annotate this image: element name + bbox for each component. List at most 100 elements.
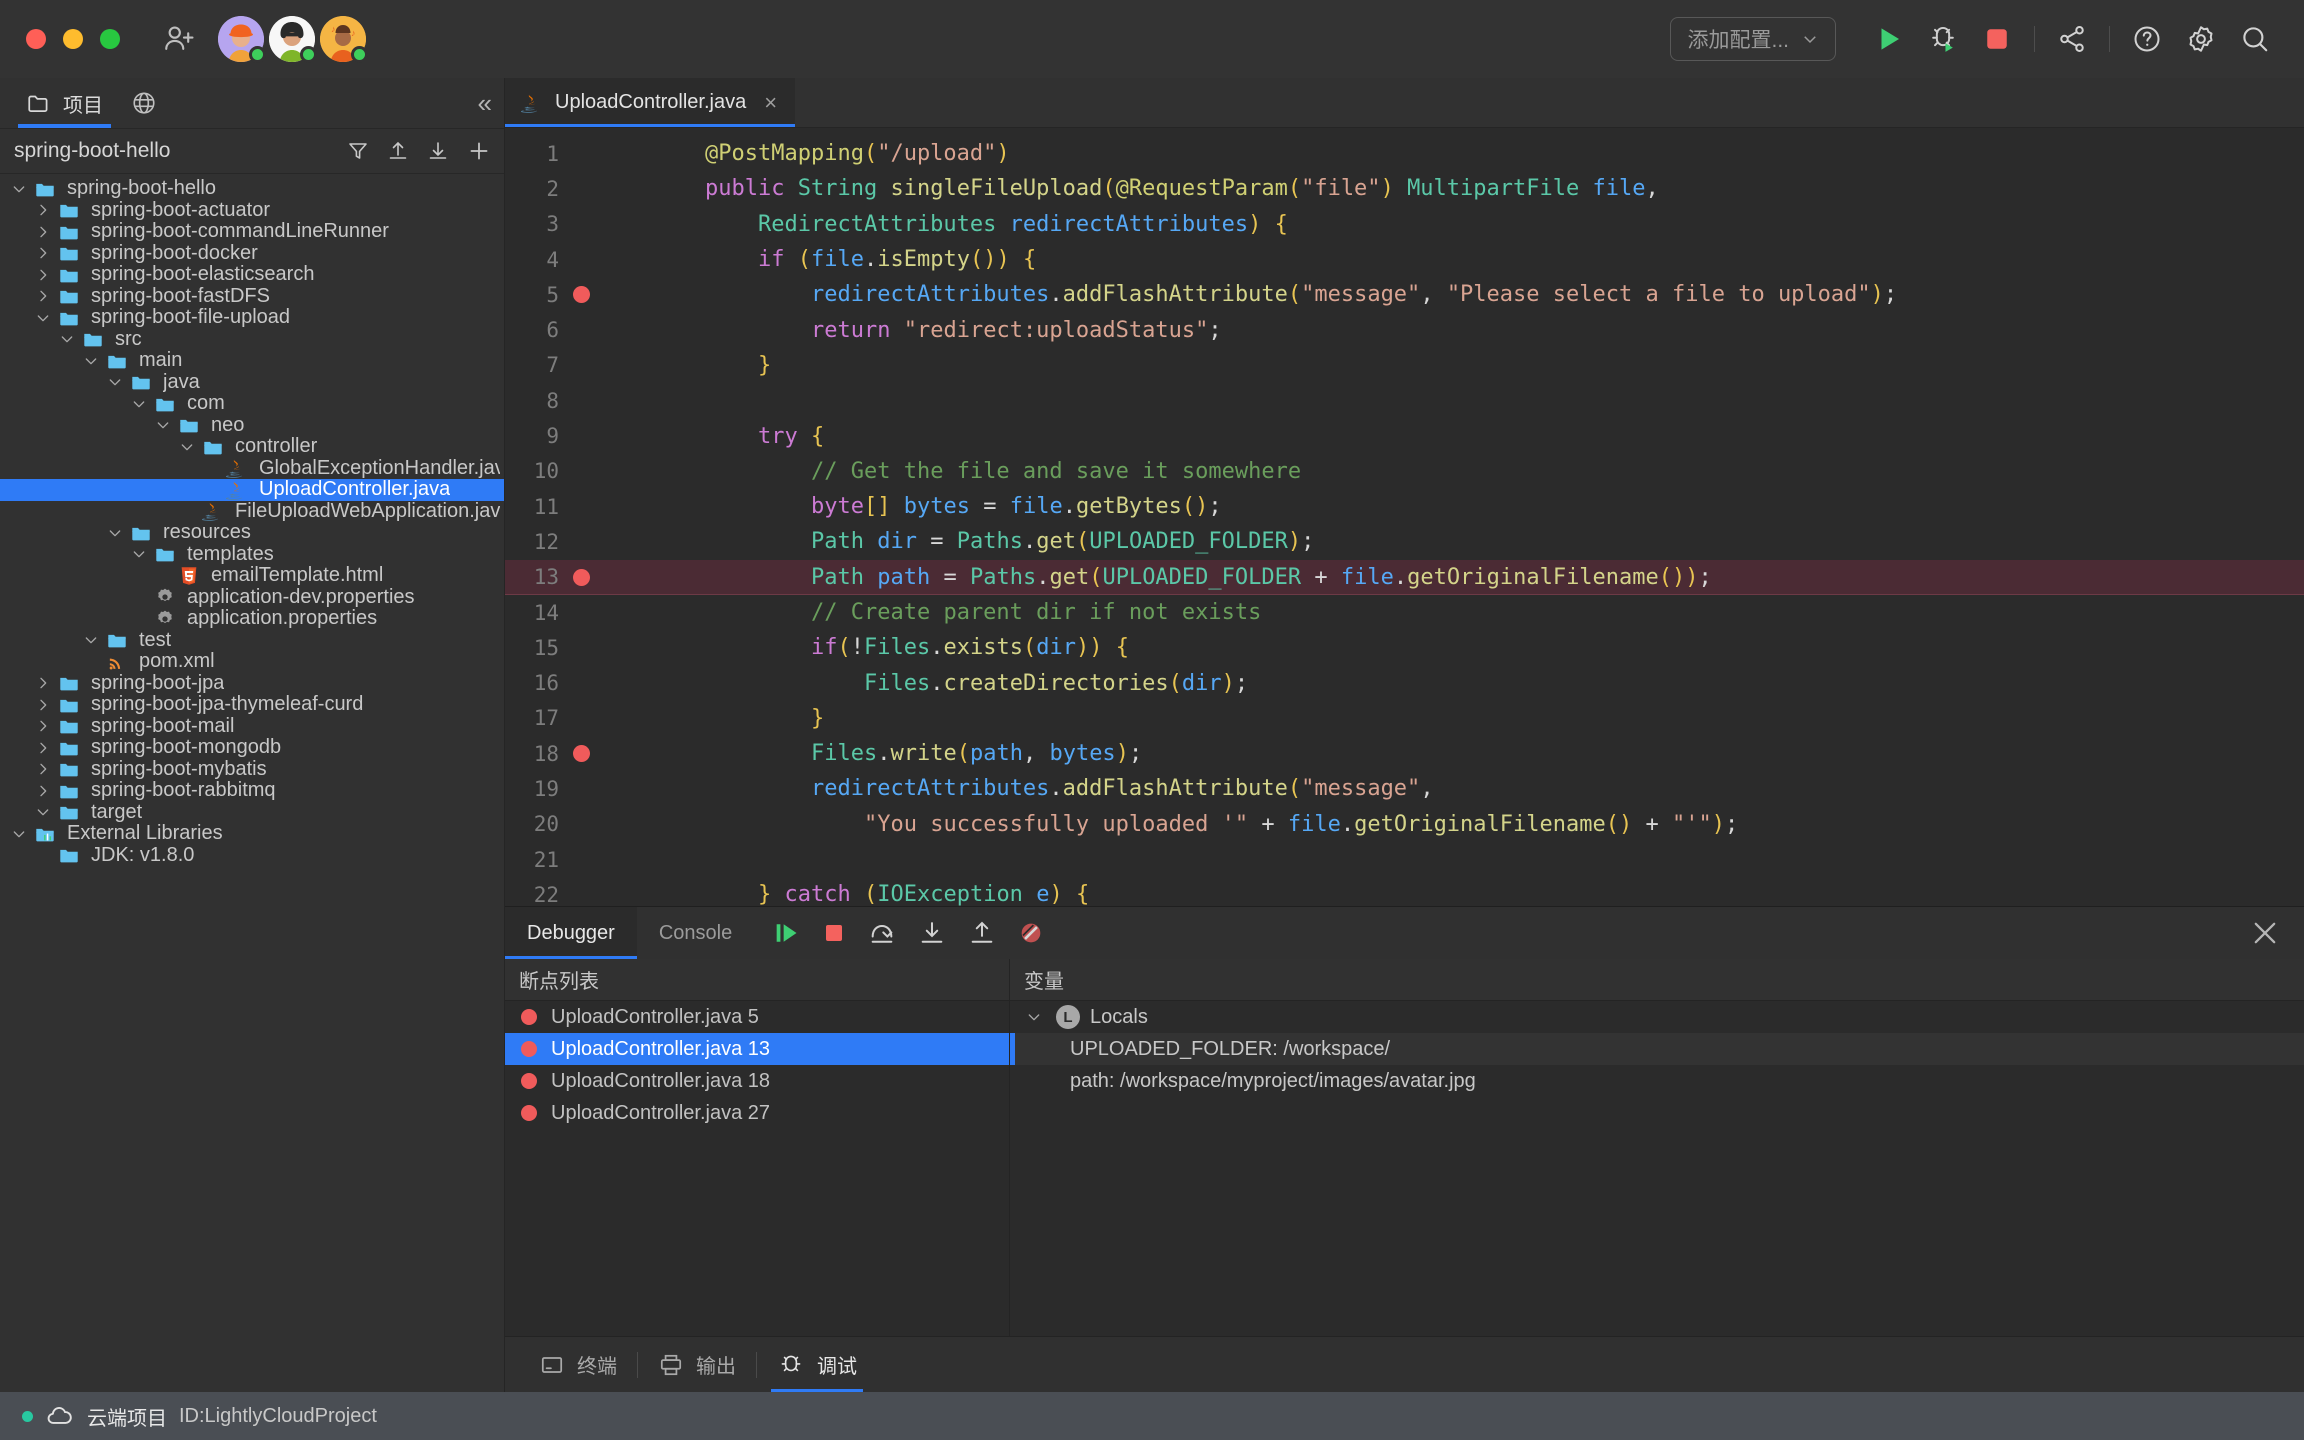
tree-item[interactable]: spring-boot-mail	[0, 715, 504, 738]
tree-item[interactable]: spring-boot-rabbitmq	[0, 779, 504, 802]
chevron-down-icon[interactable]	[102, 374, 128, 390]
tree-item[interactable]: spring-boot-mongodb	[0, 736, 504, 759]
chevron-down-icon[interactable]	[6, 826, 32, 842]
chevron-down-icon[interactable]	[78, 632, 104, 648]
tree-item[interactable]: java	[0, 371, 504, 394]
code-line[interactable]: 6 return "redirect:uploadStatus";	[505, 312, 2304, 347]
step-into-icon[interactable]	[918, 919, 946, 947]
breakpoint-marker[interactable]	[563, 745, 599, 763]
tab-debugger[interactable]: Debugger	[505, 907, 637, 959]
tree-item[interactable]: spring-boot-file-upload	[0, 306, 504, 329]
help-icon[interactable]	[2120, 12, 2174, 66]
tree-item[interactable]: resources	[0, 521, 504, 544]
tree-item[interactable]: templates	[0, 543, 504, 566]
chevron-down-icon[interactable]	[1026, 1009, 1042, 1025]
tree-item[interactable]: test	[0, 629, 504, 652]
breakpoint-marker[interactable]	[563, 568, 599, 586]
tree-item[interactable]: spring-boot-hello	[0, 177, 504, 200]
download-icon[interactable]	[426, 139, 450, 163]
chevron-right-icon[interactable]	[30, 202, 56, 218]
chevron-down-icon[interactable]	[30, 804, 56, 820]
share-icon[interactable]	[2045, 12, 2099, 66]
code-line[interactable]: 1 @PostMapping("/upload")	[505, 136, 2304, 171]
chevron-down-icon[interactable]	[6, 181, 32, 197]
tool-tab-output[interactable]: 输出	[638, 1337, 756, 1392]
breakpoints-list[interactable]: UploadController.java 5 UploadController.…	[505, 1001, 1009, 1129]
upload-icon[interactable]	[386, 139, 410, 163]
debug-button[interactable]	[1916, 12, 1970, 66]
add-user-icon[interactable]	[162, 22, 196, 56]
chevron-right-icon[interactable]	[30, 718, 56, 734]
avatar[interactable]: ♪ ♪	[320, 16, 368, 63]
avatar[interactable]	[269, 16, 317, 63]
mute-breakpoints-icon[interactable]	[1018, 920, 1044, 946]
sidebar-tab-remote[interactable]	[119, 78, 169, 128]
tree-item[interactable]: FileUploadWebApplication.java	[0, 500, 504, 523]
tree-item[interactable]: src	[0, 328, 504, 351]
variables-list[interactable]: L Locals UPLOADED_FOLDER: /workspace/path:…	[1010, 1001, 2304, 1097]
code-line[interactable]: 14 // Create parent dir if not exists	[505, 595, 2304, 630]
code-line[interactable]: 4 if (file.isEmpty()) {	[505, 242, 2304, 277]
step-over-icon[interactable]	[868, 919, 896, 947]
code-line[interactable]: 11 byte[] bytes = file.getBytes();	[505, 489, 2304, 524]
tree-item[interactable]: main	[0, 349, 504, 372]
tree-item[interactable]: External Libraries	[0, 822, 504, 845]
collapse-sidebar-button[interactable]: «	[478, 88, 493, 119]
minimize-window-button[interactable]	[63, 29, 83, 49]
stop-icon[interactable]	[822, 921, 846, 945]
close-icon[interactable]: ×	[764, 90, 777, 116]
chevron-right-icon[interactable]	[30, 675, 56, 691]
code-editor[interactable]: 1 @PostMapping("/upload") 2 public String…	[505, 128, 2304, 906]
tree-item[interactable]: spring-boot-jpa	[0, 672, 504, 695]
maximize-window-button[interactable]	[100, 29, 120, 49]
close-window-button[interactable]	[26, 29, 46, 49]
tree-item[interactable]: spring-boot-elasticsearch	[0, 263, 504, 286]
chevron-right-icon[interactable]	[30, 224, 56, 240]
code-line[interactable]: 20 "You successfully uploaded '" + file.…	[505, 807, 2304, 842]
chevron-down-icon[interactable]	[30, 310, 56, 326]
code-line[interactable]: 9 try {	[505, 418, 2304, 453]
step-out-icon[interactable]	[968, 919, 996, 947]
chevron-down-icon[interactable]	[102, 525, 128, 541]
code-line[interactable]: 19 redirectAttributes.addFlashAttribute(…	[505, 771, 2304, 806]
tree-item[interactable]: controller	[0, 435, 504, 458]
code-line[interactable]: 21	[505, 842, 2304, 877]
run-configuration-selector[interactable]: 添加配置...	[1670, 17, 1836, 61]
tool-tab-debug[interactable]: 调试	[757, 1337, 877, 1392]
editor-tab-uploadcontroller[interactable]: UploadController.java ×	[505, 78, 796, 127]
avatar[interactable]	[218, 16, 266, 63]
code-line[interactable]: 13 Path path = Paths.get(UPLOADED_FOLDER…	[505, 559, 2304, 596]
chevron-down-icon[interactable]	[54, 331, 80, 347]
tree-item[interactable]: spring-boot-docker	[0, 242, 504, 265]
code-line[interactable]: 7 }	[505, 348, 2304, 383]
chevron-right-icon[interactable]	[30, 245, 56, 261]
code-line[interactable]: 2 public String singleFileUpload(@Reques…	[505, 171, 2304, 206]
settings-icon[interactable]	[2174, 12, 2228, 66]
tree-item[interactable]: emailTemplate.html	[0, 564, 504, 587]
resume-icon[interactable]	[772, 919, 800, 947]
code-line[interactable]: 15 if(!Files.exists(dir)) {	[505, 630, 2304, 665]
run-button[interactable]	[1862, 12, 1916, 66]
tree-item[interactable]: application-dev.properties	[0, 586, 504, 609]
project-tree[interactable]: spring-boot-hello spring-boot-actuator spr…	[0, 174, 504, 1392]
tree-item[interactable]: com	[0, 392, 504, 415]
variable-row[interactable]: path: /workspace/myproject/images/avatar…	[1010, 1065, 2304, 1097]
chevron-right-icon[interactable]	[30, 740, 56, 756]
code-line[interactable]: 18 Files.write(path, bytes);	[505, 736, 2304, 771]
breakpoint-row[interactable]: UploadController.java 27	[505, 1097, 1009, 1129]
stop-button[interactable]	[1970, 12, 2024, 66]
breakpoint-row[interactable]: UploadController.java 13	[505, 1033, 1009, 1065]
chevron-down-icon[interactable]	[126, 396, 152, 412]
tree-item[interactable]: spring-boot-commandLineRunner	[0, 220, 504, 243]
chevron-right-icon[interactable]	[30, 697, 56, 713]
chevron-right-icon[interactable]	[30, 267, 56, 283]
code-line[interactable]: 17 }	[505, 701, 2304, 736]
close-debug-panel-button[interactable]	[2248, 907, 2304, 959]
code-line[interactable]: 16 Files.createDirectories(dir);	[505, 665, 2304, 700]
chevron-right-icon[interactable]	[30, 761, 56, 777]
variable-row[interactable]: UPLOADED_FOLDER: /workspace/	[1010, 1033, 2304, 1065]
tree-item[interactable]: target	[0, 801, 504, 824]
tree-item[interactable]: spring-boot-fastDFS	[0, 285, 504, 308]
tree-item[interactable]: application.properties	[0, 607, 504, 630]
code-line[interactable]: 22 } catch (IOException e) {	[505, 877, 2304, 906]
